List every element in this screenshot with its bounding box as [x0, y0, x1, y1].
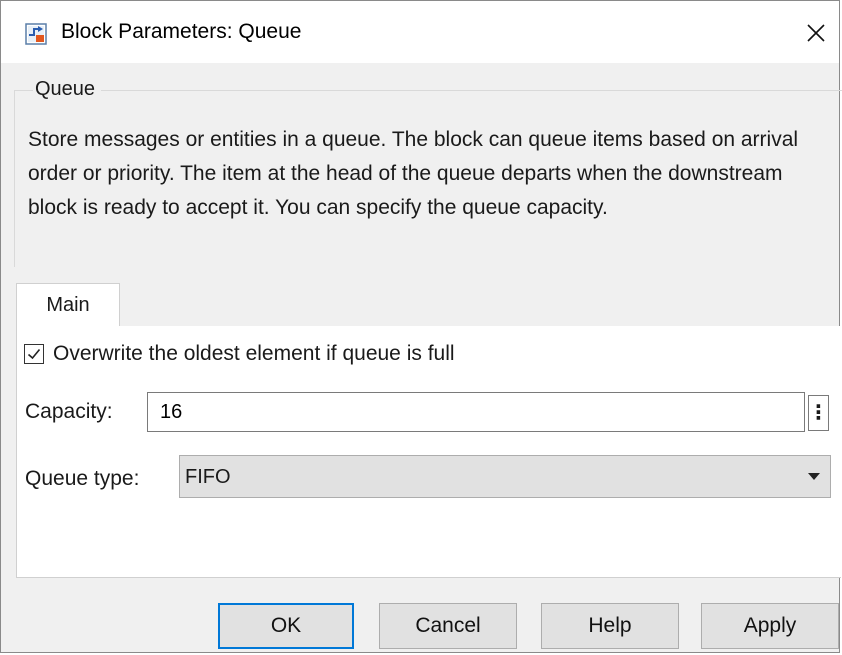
queue-type-value: FIFO: [185, 466, 231, 488]
checkmark-icon: [27, 348, 41, 360]
overwrite-checkbox[interactable]: [24, 344, 44, 364]
ok-button[interactable]: OK: [218, 603, 354, 649]
capacity-options-button[interactable]: ⋮: [808, 395, 829, 431]
overwrite-label: Overwrite the oldest element if queue is…: [53, 342, 455, 365]
close-button[interactable]: [793, 9, 839, 57]
cancel-button[interactable]: Cancel: [379, 603, 517, 649]
capacity-label: Capacity:: [25, 400, 113, 423]
queue-type-label: Queue type:: [25, 467, 140, 490]
block-parameters-dialog: Block Parameters: Queue Queue Store mess…: [0, 0, 842, 653]
chevron-down-icon: [808, 473, 820, 480]
more-vertical-icon: ⋮: [808, 402, 829, 424]
simulink-block-icon: [25, 23, 47, 45]
close-icon: [807, 24, 825, 42]
apply-button[interactable]: Apply: [701, 603, 839, 649]
queue-type-dropdown[interactable]: FIFO: [179, 455, 831, 498]
tab-main[interactable]: Main: [16, 283, 120, 327]
window-title: Block Parameters: Queue: [61, 20, 302, 43]
capacity-input[interactable]: [147, 392, 805, 432]
help-button[interactable]: Help: [541, 603, 679, 649]
group-title: Queue: [33, 78, 102, 101]
overwrite-option[interactable]: Overwrite the oldest element if queue is…: [24, 342, 455, 366]
title-bar[interactable]: Block Parameters: Queue: [1, 1, 839, 63]
block-description: Store messages or entities in a queue. T…: [28, 128, 799, 219]
